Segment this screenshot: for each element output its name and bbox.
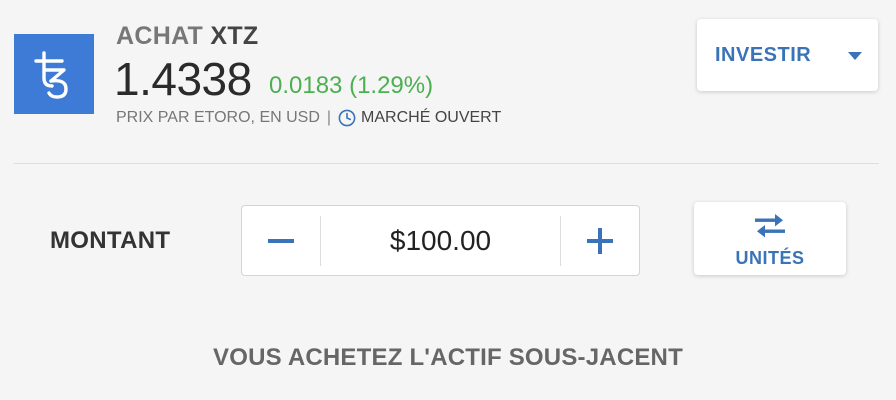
units-toggle-button[interactable]: UNITÉS — [694, 202, 846, 275]
asset-symbol: XTZ — [210, 22, 259, 50]
asset-price: 1.4338 — [114, 53, 252, 105]
asset-logo — [14, 34, 94, 114]
increase-amount-button[interactable] — [561, 206, 639, 275]
trade-action: ACHAT — [116, 22, 204, 50]
units-label: UNITÉS — [735, 248, 805, 268]
decrease-amount-button[interactable] — [242, 206, 320, 275]
clock-icon — [338, 109, 356, 127]
amount-input[interactable]: $100.00 — [322, 206, 559, 275]
price-change: 0.0183 (1.29%) — [269, 72, 434, 99]
stepper-divider — [320, 216, 321, 266]
amount-stepper[interactable]: $100.00 — [241, 205, 640, 276]
price-info: PRIX PAR ETORO, EN USD | MARCHÉ OUVERT — [116, 109, 501, 127]
invest-dropdown-button[interactable]: INVESTIR — [697, 19, 878, 91]
swap-icon — [755, 214, 785, 238]
invest-label: INVESTIR — [715, 43, 812, 66]
header-divider — [14, 163, 879, 164]
price-source: PRIX PAR ETORO, EN USD — [116, 109, 320, 126]
chevron-down-icon — [848, 52, 862, 60]
market-status: MARCHÉ OUVERT — [361, 109, 502, 126]
info-separator: | — [326, 109, 332, 126]
amount-label: MONTANT — [50, 227, 171, 254]
asset-title: ACHAT XTZ — [116, 22, 259, 51]
minus-icon — [268, 238, 294, 243]
asset-ownership-note: VOUS ACHETEZ L'ACTIF SOUS-JACENT — [213, 344, 683, 371]
plus-icon — [587, 227, 613, 254]
tezos-icon — [34, 51, 68, 99]
